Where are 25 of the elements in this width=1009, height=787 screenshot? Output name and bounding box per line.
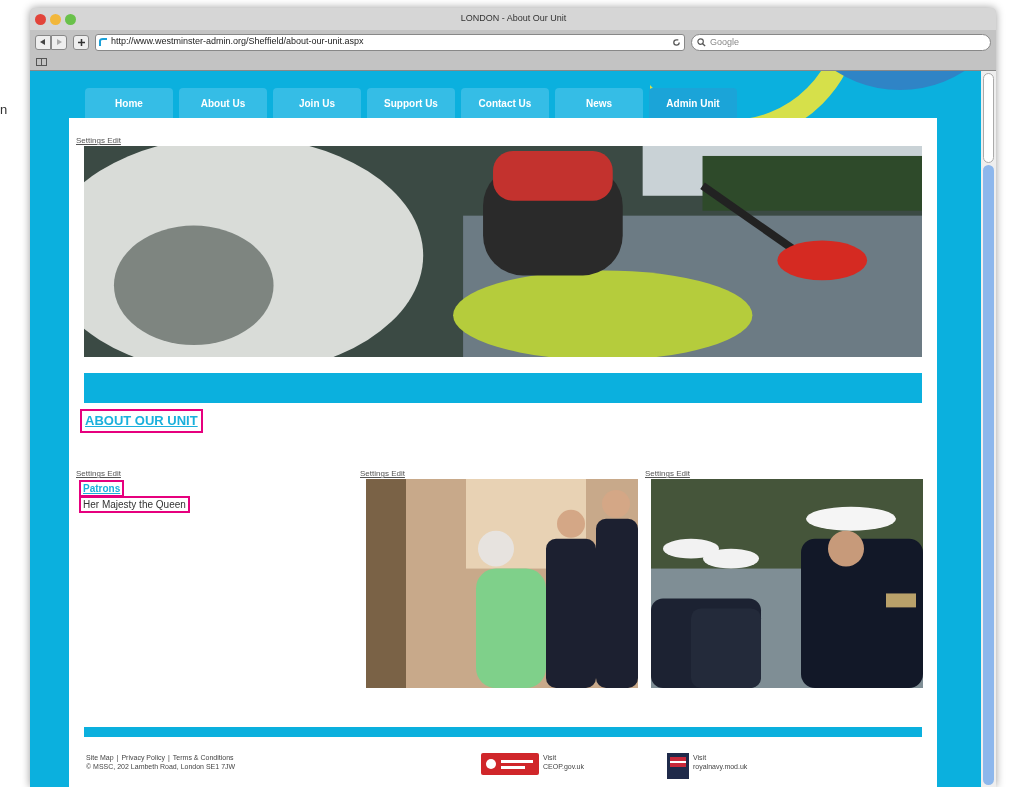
- search-icon: [697, 37, 706, 47]
- back-button[interactable]: [35, 34, 51, 50]
- search-field[interactable]: Google: [691, 33, 991, 51]
- page-heading: ABOUT OUR UNIT: [82, 411, 201, 431]
- plus-icon: [77, 38, 85, 46]
- scroll-thumb[interactable]: [983, 73, 994, 163]
- report-abuse-logo[interactable]: [481, 753, 539, 775]
- settings-edit-link[interactable]: Settings Edit: [76, 136, 930, 146]
- window-title: LONDON - About Our Unit: [459, 12, 568, 26]
- close-icon[interactable]: [35, 13, 46, 25]
- settings-edit-link[interactable]: Settings Edit: [76, 469, 121, 479]
- forward-icon: [56, 39, 62, 45]
- site-icon: [99, 37, 108, 47]
- bookmarks-icon[interactable]: [36, 58, 47, 66]
- settings-edit-link[interactable]: Settings Edit: [360, 469, 405, 479]
- flag-logo[interactable]: [667, 753, 689, 779]
- reload-icon[interactable]: [672, 37, 681, 47]
- scrollbar[interactable]: [981, 71, 996, 787]
- patron-name: Her Majesty the Queen: [81, 498, 188, 511]
- add-bookmark-button[interactable]: [73, 34, 89, 50]
- address-field[interactable]: http://www.westminster-admin.org/Sheffield/about-our-unit.aspx: [95, 33, 685, 51]
- back-icon: [40, 39, 46, 45]
- settings-edit-link[interactable]: Settings Edit: [645, 469, 690, 479]
- stray-text: n: [0, 101, 8, 119]
- patrons-title: Patrons: [81, 482, 123, 495]
